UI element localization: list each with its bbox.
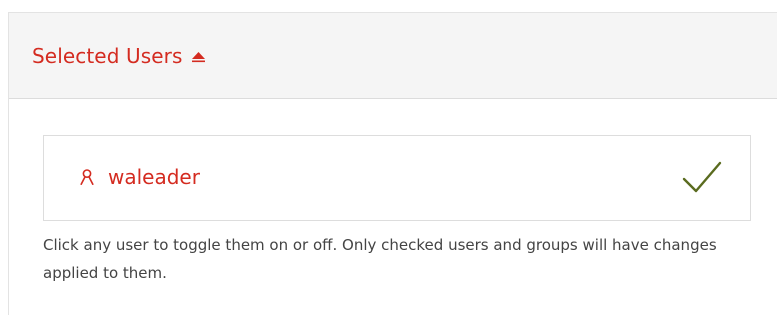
checkmark-icon <box>682 159 722 195</box>
user-toggle-waleader[interactable]: waleader <box>43 135 751 221</box>
help-text: Click any user to toggle them on or off.… <box>43 236 717 282</box>
caret-up-icon <box>191 48 206 62</box>
selected-users-panel: Selected Users waleader Click any user t… <box>8 12 777 315</box>
panel-body: waleader Click any user to toggle them o… <box>9 99 777 287</box>
user-icon <box>80 169 94 185</box>
user-name: waleader <box>108 165 200 189</box>
panel-title: Selected Users <box>32 43 183 68</box>
selected-users-header[interactable]: Selected Users <box>9 13 777 99</box>
